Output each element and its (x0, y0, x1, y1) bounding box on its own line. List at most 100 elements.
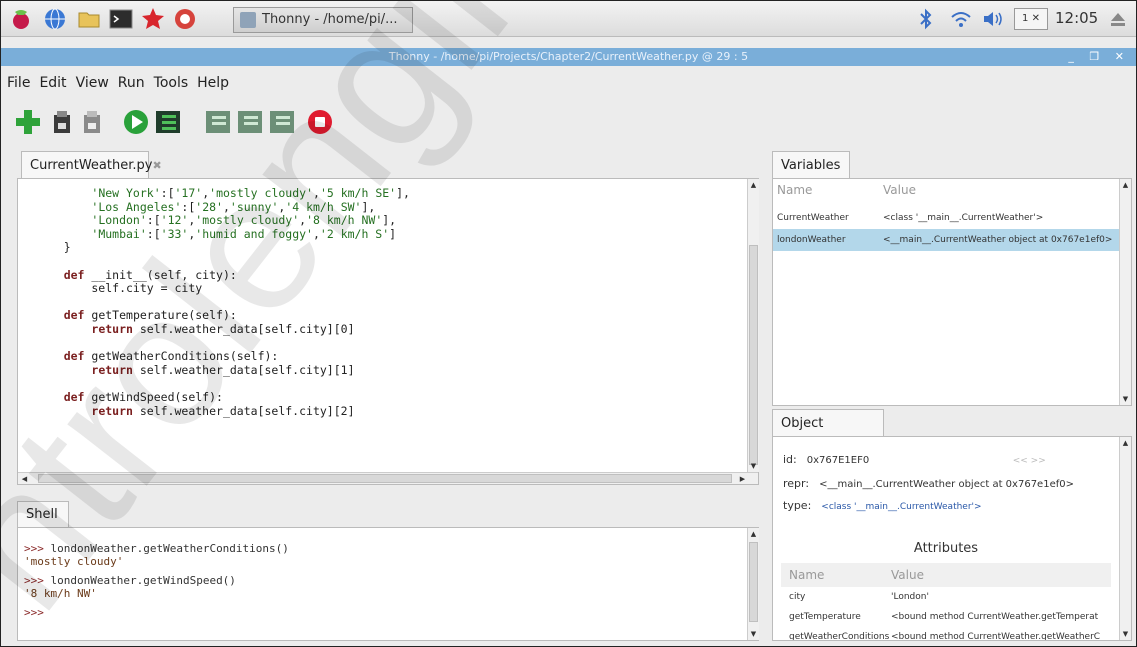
variables-name-header[interactable]: Name (777, 183, 812, 197)
tab-variables[interactable]: Variables (772, 151, 850, 179)
step-out-icon[interactable] (267, 107, 297, 137)
id-value: 0x767E1EF0 (806, 455, 870, 466)
open-file-icon[interactable] (47, 107, 77, 137)
scroll-up-icon[interactable]: ▲ (1121, 438, 1130, 448)
menu-file[interactable]: File (7, 69, 30, 97)
terminal-icon[interactable] (109, 7, 133, 31)
attribute-row[interactable]: getTemperature <bound method CurrentWeat… (781, 607, 1111, 627)
shell-prompt[interactable]: >>> (24, 606, 289, 619)
inspector-vertical-scrollbar[interactable]: ▲ ▼ (1119, 437, 1131, 640)
variable-name: CurrentWeather (777, 213, 849, 223)
editor-horizontal-scrollbar[interactable]: ◀ ▶ (18, 472, 758, 484)
scroll-down-icon[interactable]: ▼ (749, 461, 758, 471)
code-line[interactable]: 'Mumbai':['33','humid and foggy','2 km/h… (36, 227, 410, 242)
stop-icon[interactable] (305, 107, 335, 137)
scroll-up-icon[interactable]: ▲ (749, 529, 758, 539)
type-label: type: (783, 499, 812, 512)
code-line[interactable] (36, 296, 410, 310)
web-browser-icon[interactable] (43, 7, 67, 31)
code-line[interactable]: def getTemperature(self): (36, 309, 410, 323)
code-text[interactable]: 'New York':['17','mostly cloudy','5 km/h… (36, 186, 410, 419)
code-line[interactable]: self.city = city (36, 282, 410, 296)
scroll-right-icon[interactable]: ▶ (738, 474, 747, 484)
editor-vertical-scrollbar[interactable]: ▲ ▼ (747, 179, 759, 472)
eject-icon[interactable] (1109, 7, 1127, 31)
new-file-icon[interactable] (13, 107, 43, 137)
save-file-icon[interactable] (77, 107, 107, 137)
shell-scroll-thumb[interactable] (749, 542, 758, 622)
code-line[interactable] (36, 377, 410, 391)
menu-edit[interactable]: Edit (39, 69, 66, 97)
window-title: Thonny - /home/pi/Projects/Chapter2/Curr… (388, 50, 749, 63)
variables-value-header[interactable]: Value (883, 183, 916, 197)
shell-command-line[interactable]: >>> londonWeather.getWeatherConditions() (24, 542, 289, 555)
code-line[interactable]: def __init__(self, city): (36, 268, 410, 283)
scroll-left-icon[interactable]: ◀ (20, 474, 29, 484)
step-into-icon[interactable] (235, 107, 265, 137)
attribute-value: 'London' (891, 592, 929, 602)
mathematica-icon[interactable] (141, 7, 165, 31)
shell-vertical-scrollbar[interactable]: ▲ ▼ (747, 528, 759, 640)
menu-help[interactable]: Help (197, 69, 229, 97)
code-line[interactable]: 'Los Angeles':['28','sunny','4 km/h SW']… (36, 200, 410, 215)
code-line[interactable]: return self.weather_data[self.city][1] (36, 363, 410, 378)
thonny-app-icon (240, 12, 256, 28)
wifi-icon[interactable] (949, 7, 973, 31)
taskbar-thonny-label: Thonny - /home/pi/... (262, 12, 398, 27)
raspberry-menu-icon[interactable] (9, 7, 33, 31)
variable-row[interactable]: CurrentWeather <class '__main__.CurrentW… (773, 207, 1119, 229)
scroll-up-icon[interactable]: ▲ (1121, 180, 1130, 190)
scroll-down-icon[interactable]: ▼ (1121, 629, 1130, 639)
keyboard-layout-indicator[interactable]: 1 ✕ (1014, 8, 1048, 30)
code-line[interactable]: } (36, 241, 410, 255)
type-value[interactable]: <class '__main__.CurrentWeather'> (821, 502, 981, 512)
shell-output: '8 km/h NW' (24, 587, 97, 600)
editor-scroll-thumb[interactable] (749, 245, 758, 465)
tab-shell[interactable]: Shell (17, 501, 69, 527)
repr-label: repr: (783, 477, 810, 490)
tab-object-inspector[interactable]: Object inspector (772, 409, 884, 458)
variables-vertical-scrollbar[interactable]: ▲ ▼ (1119, 179, 1131, 405)
window-titlebar[interactable]: Thonny - /home/pi/Projects/Chapter2/Curr… (1, 48, 1136, 66)
menu-view[interactable]: View (76, 69, 109, 97)
code-line[interactable]: def getWeatherConditions(self): (36, 349, 410, 364)
scroll-down-icon[interactable]: ▼ (749, 629, 758, 639)
nav-arrows-icon[interactable]: << >> (1013, 456, 1046, 466)
attribute-row[interactable]: city 'London' (781, 587, 1111, 607)
code-line[interactable]: 'London':['12','mostly cloudy','8 km/h N… (36, 213, 410, 228)
shell-console[interactable]: >>> londonWeather.getWeatherConditions()… (17, 527, 759, 641)
attribute-value: <bound method CurrentWeather.getTemperat (891, 612, 1099, 622)
code-line[interactable]: return self.weather_data[self.city][0] (36, 322, 410, 337)
close-tab-icon[interactable]: ✖ (152, 159, 161, 172)
window-controls[interactable]: _ ❒ ✕ (1068, 48, 1130, 66)
shell-command-line[interactable]: >>> londonWeather.getWindSpeed() (24, 574, 289, 587)
code-line[interactable] (36, 255, 410, 269)
scroll-up-icon[interactable]: ▲ (749, 180, 758, 190)
attributes-value-header[interactable]: Value (891, 563, 924, 587)
editor-hscroll-thumb[interactable] (38, 474, 732, 483)
code-line[interactable]: 'New York':['17','mostly cloudy','5 km/h… (36, 186, 410, 201)
step-over-icon[interactable] (203, 107, 233, 137)
code-line[interactable] (36, 337, 410, 351)
bluetooth-icon[interactable] (917, 7, 935, 31)
menu-tools[interactable]: Tools (154, 69, 189, 97)
taskbar-thonny-button[interactable]: Thonny - /home/pi/... (233, 7, 413, 33)
scroll-down-icon[interactable]: ▼ (1121, 394, 1130, 404)
tab-current-weather[interactable]: CurrentWeather.py✖ (21, 151, 162, 179)
debug-icon[interactable] (153, 107, 183, 137)
run-icon[interactable] (121, 107, 151, 137)
wolfram-icon[interactable] (173, 7, 197, 31)
variable-row-selected[interactable]: londonWeather <__main__.CurrentWeather o… (773, 229, 1119, 251)
menu-run[interactable]: Run (118, 69, 145, 97)
variable-value: <class '__main__.CurrentWeather'> (883, 213, 1044, 223)
code-line[interactable]: def getWindSpeed(self): (36, 390, 410, 405)
attributes-name-header[interactable]: Name (789, 563, 824, 587)
shell-text[interactable]: >>> londonWeather.getWeatherConditions()… (24, 542, 289, 619)
taskbar: Thonny - /home/pi/... 1 ✕ 12:05 (1, 1, 1136, 37)
attribute-row[interactable]: getWeatherConditions <bound method Curre… (781, 627, 1111, 640)
volume-icon[interactable] (981, 7, 1005, 31)
id-label: id: (783, 453, 797, 466)
file-manager-icon[interactable] (77, 7, 101, 31)
code-line[interactable]: return self.weather_data[self.city][2] (36, 404, 410, 419)
code-editor[interactable]: 'New York':['17','mostly cloudy','5 km/h… (17, 178, 759, 485)
